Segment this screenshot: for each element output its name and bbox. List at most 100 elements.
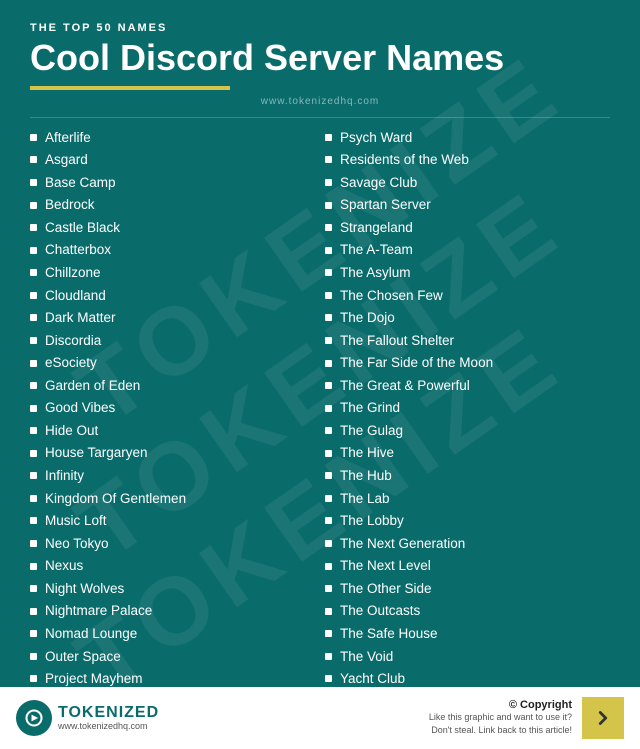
item-label: Music Loft: [45, 511, 107, 531]
item-label: The Chosen Few: [340, 286, 443, 306]
list-item: Cloudland: [30, 286, 315, 306]
copyright-label: © Copyright: [429, 699, 572, 711]
list-item: The Next Level: [325, 556, 610, 576]
subtitle: THE TOP 50 NAMES: [30, 22, 610, 34]
bullet-icon: [30, 269, 37, 276]
bullet-icon: [30, 134, 37, 141]
logo-domain: www.tokenizedhq.com: [58, 722, 159, 732]
list-item: Yacht Club: [325, 669, 610, 689]
bullet-icon: [325, 517, 332, 524]
item-label: Dark Matter: [45, 308, 116, 328]
bullet-icon: [30, 405, 37, 412]
item-label: The Dojo: [340, 308, 395, 328]
bullet-icon: [30, 472, 37, 479]
item-label: Savage Club: [340, 173, 417, 193]
list-item: The Dojo: [325, 308, 610, 328]
item-label: Bedrock: [45, 195, 95, 215]
bullet-icon: [325, 134, 332, 141]
list-item: Kingdom Of Gentlemen: [30, 489, 315, 509]
item-label: The Safe House: [340, 624, 438, 644]
list-item: Bedrock: [30, 195, 315, 215]
list-item: Music Loft: [30, 511, 315, 531]
list-item: The Outcasts: [325, 601, 610, 621]
list-item: The Next Generation: [325, 534, 610, 554]
title-underline: [30, 86, 230, 90]
list-item: Strangeland: [325, 218, 610, 238]
item-label: The Outcasts: [340, 601, 420, 621]
item-label: The Hub: [340, 466, 392, 486]
bullet-icon: [325, 360, 332, 367]
right-column: Psych WardResidents of the Web Savage Clu…: [325, 128, 610, 692]
footer-arrow[interactable]: [582, 697, 624, 739]
list-item: Nightmare Palace: [30, 601, 315, 621]
item-label: The Other Side: [340, 579, 432, 599]
logo-text: TOKENIZED www.tokenizedhq.com: [58, 704, 159, 731]
footer: TOKENIZED www.tokenizedhq.com © Copyrigh…: [0, 687, 640, 749]
bullet-icon: [325, 224, 332, 231]
bullet-icon: [325, 337, 332, 344]
list-item: Psych Ward: [325, 128, 610, 148]
list-item: The Safe House: [325, 624, 610, 644]
list-item: Afterlife: [30, 128, 315, 148]
bullet-icon: [30, 517, 37, 524]
item-label: The Next Generation: [340, 534, 465, 554]
bullet-icon: [325, 653, 332, 660]
list-item: Nexus: [30, 556, 315, 576]
bullet-icon: [30, 314, 37, 321]
item-label: Residents of the Web: [340, 150, 469, 170]
list-item: Night Wolves: [30, 579, 315, 599]
bullet-icon: [325, 427, 332, 434]
item-label: Cloudland: [45, 286, 106, 306]
bullet-icon: [325, 472, 332, 479]
item-label: The Lobby: [340, 511, 404, 531]
bullet-icon: [30, 675, 37, 682]
item-label: Infinity: [45, 466, 84, 486]
header-divider: [30, 117, 610, 118]
bullet-icon: [325, 179, 332, 186]
bullet-icon: [325, 450, 332, 457]
item-label: House Targaryen: [45, 443, 148, 463]
list-item: The Hive: [325, 443, 610, 463]
list-item: Spartan Server: [325, 195, 610, 215]
bullet-icon: [30, 382, 37, 389]
item-label: Garden of Eden: [45, 376, 140, 396]
bullet-icon: [325, 563, 332, 570]
item-label: eSociety: [45, 353, 97, 373]
item-label: Asgard: [45, 150, 88, 170]
list-item: The Far Side of the Moon: [325, 353, 610, 373]
list-item: The Fallout Shelter: [325, 331, 610, 351]
item-label: Chatterbox: [45, 240, 111, 260]
item-label: Afterlife: [45, 128, 91, 148]
list-item: The Void: [325, 647, 610, 667]
item-label: Castle Black: [45, 218, 120, 238]
list-item: Outer Space: [30, 647, 315, 667]
list-item: Infinity: [30, 466, 315, 486]
item-label: Nexus: [45, 556, 83, 576]
bullet-icon: [325, 269, 332, 276]
footer-copyright: © Copyright Like this graphic and want t…: [429, 699, 572, 736]
item-label: Night Wolves: [45, 579, 124, 599]
bullet-icon: [325, 247, 332, 254]
list-item: Hide Out: [30, 421, 315, 441]
list-item: eSociety: [30, 353, 315, 373]
bullet-icon: [30, 585, 37, 592]
item-label: Strangeland: [340, 218, 413, 238]
logo-brand: TOKENIZED: [58, 704, 159, 722]
bullet-icon: [30, 156, 37, 163]
item-label: The Hive: [340, 443, 394, 463]
item-label: Outer Space: [45, 647, 121, 667]
list-item: Savage Club: [325, 173, 610, 193]
bullet-icon: [30, 247, 37, 254]
item-label: The Void: [340, 647, 393, 667]
item-label: The Asylum: [340, 263, 411, 283]
list-item: The Gulag: [325, 421, 610, 441]
item-label: The Next Level: [340, 556, 431, 576]
list-item: Base Camp: [30, 173, 315, 193]
bullet-icon: [30, 653, 37, 660]
bullet-icon: [30, 540, 37, 547]
bullet-icon: [30, 360, 37, 367]
item-label: Nightmare Palace: [45, 601, 152, 621]
logo-icon: [16, 700, 52, 736]
list-item: Chatterbox: [30, 240, 315, 260]
list-item: The Great & Powerful: [325, 376, 610, 396]
